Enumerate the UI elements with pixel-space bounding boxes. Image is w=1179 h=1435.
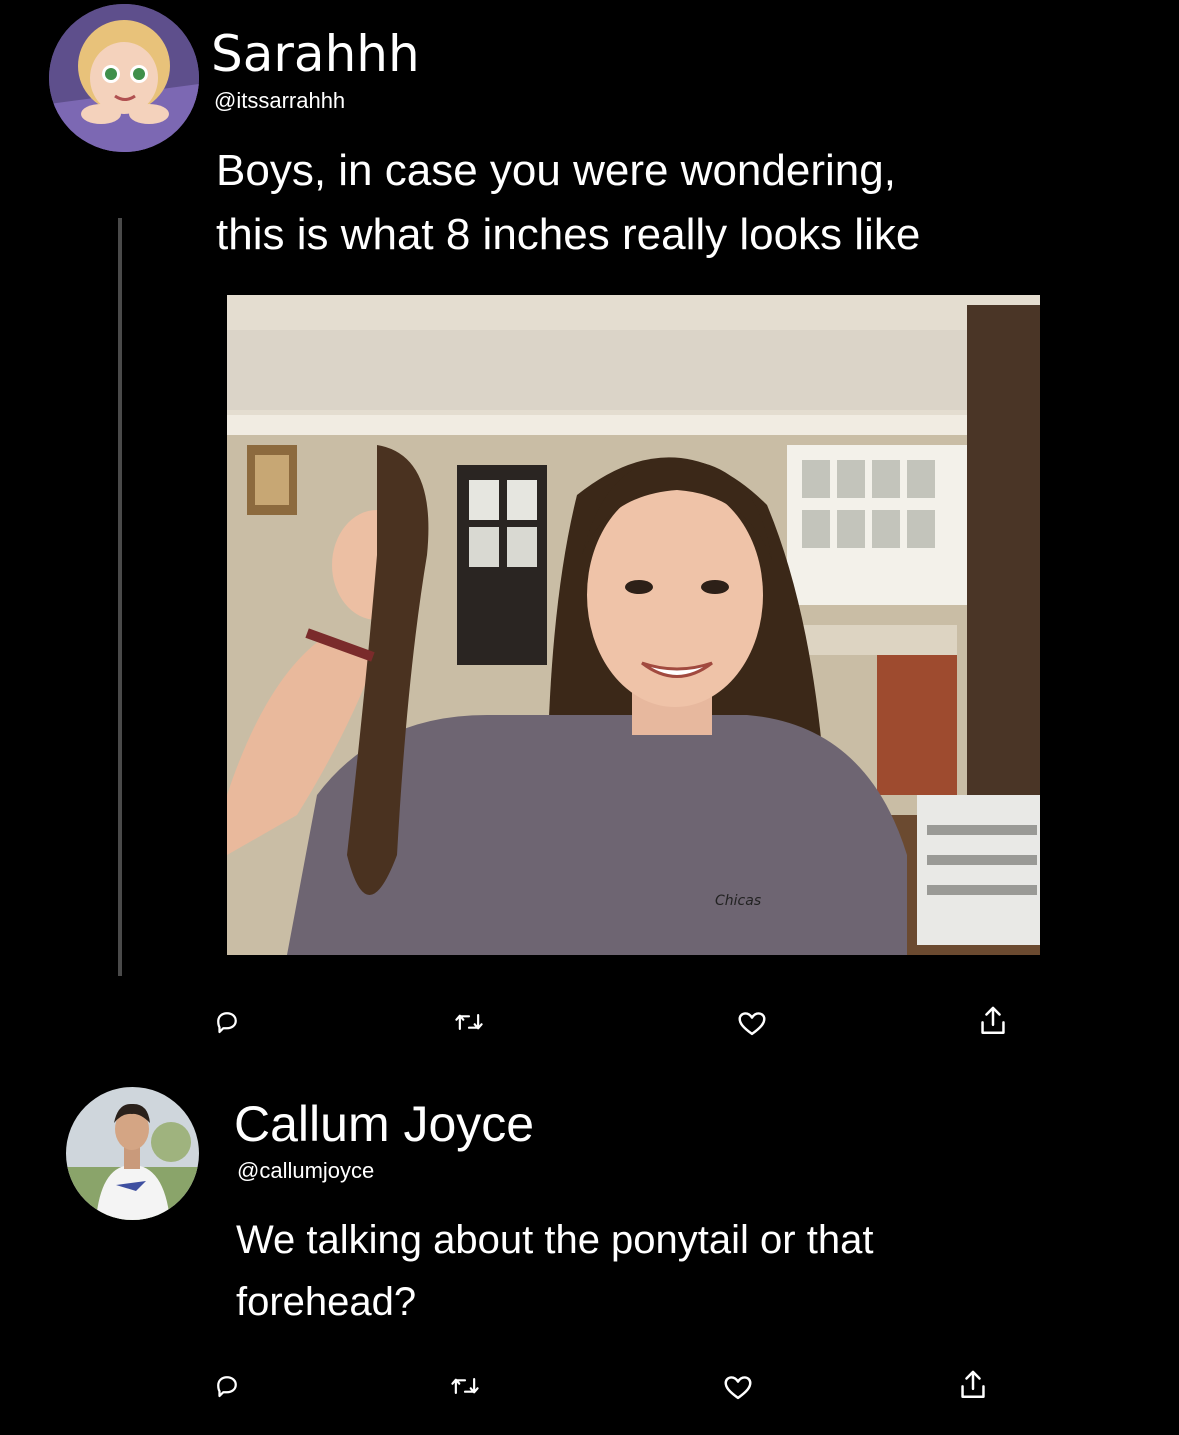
tweet-text-line-2: this is what 8 inches really looks like: [216, 210, 921, 259]
tweet-share-button[interactable]: [978, 1004, 1008, 1038]
thread-line: [118, 218, 122, 976]
tweet-author-handle[interactable]: @itssarrahhh: [214, 88, 345, 114]
reply-text-line-1: We talking about the ponytail or that: [236, 1218, 874, 1262]
share-icon: [981, 1006, 1005, 1035]
retweet-icon: [455, 1014, 483, 1030]
reply-like-button[interactable]: [721, 1372, 755, 1402]
reply-text-line-2: forehead?: [236, 1280, 417, 1324]
tweet-reply-button[interactable]: [212, 1007, 242, 1037]
reply-author-name[interactable]: Callum Joyce: [234, 1094, 534, 1154]
tweet-text-line-1: Boys, in case you were wondering,: [216, 146, 896, 195]
retweet-icon: [451, 1378, 479, 1394]
reply-icon: [217, 1376, 237, 1398]
reply-share-button[interactable]: [958, 1368, 988, 1402]
like-icon: [738, 1012, 766, 1036]
tweet-photo[interactable]: Chicas: [227, 295, 1040, 955]
cartoon-princess-avatar-image: [49, 4, 199, 152]
reply-icon: [217, 1012, 237, 1034]
reply-retweet-button[interactable]: [449, 1372, 481, 1400]
tweet-author-name[interactable]: Sarahhh: [211, 24, 420, 84]
shirt-print-text: Chicas: [715, 893, 762, 909]
man-profile-photo: [66, 1087, 199, 1220]
callum-avatar[interactable]: [66, 1087, 199, 1220]
sarah-avatar[interactable]: [49, 4, 199, 152]
share-icon: [961, 1370, 985, 1399]
tweet-like-button[interactable]: [735, 1008, 769, 1038]
girl-holding-ponytail-photo: [227, 295, 1040, 955]
reply-reply-button[interactable]: [212, 1371, 242, 1401]
reply-author-handle[interactable]: @callumjoyce: [237, 1158, 374, 1184]
like-icon: [724, 1376, 752, 1400]
tweet-retweet-button[interactable]: [453, 1008, 485, 1036]
